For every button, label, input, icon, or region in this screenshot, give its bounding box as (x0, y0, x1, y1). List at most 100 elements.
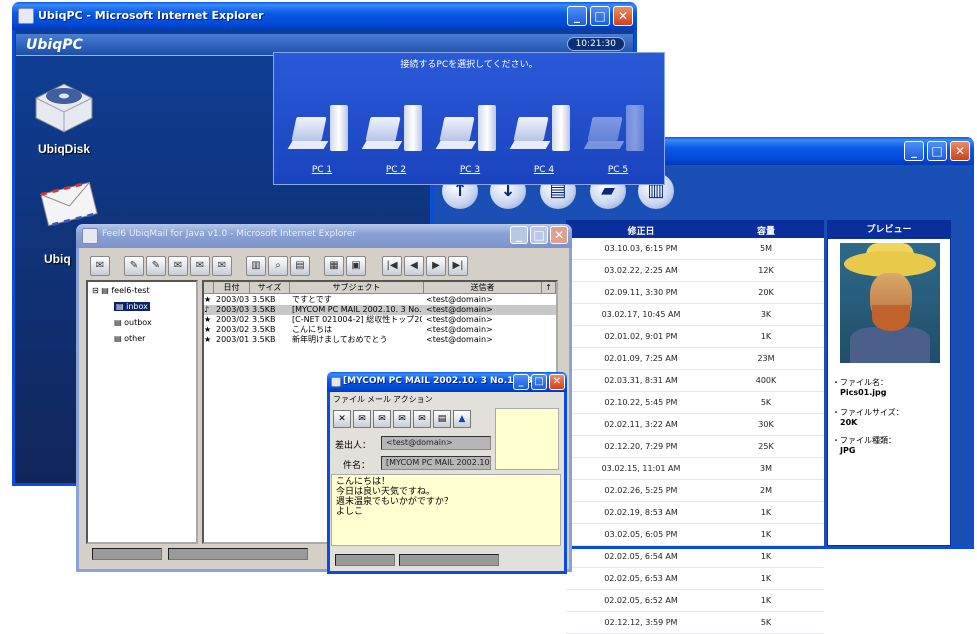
size-column-header[interactable]: 容量 (738, 224, 794, 237)
file-row[interactable]: 02.03.31, 8:31 AM 400K (566, 370, 824, 392)
up-icon[interactable]: ▲ (453, 410, 471, 428)
close-button[interactable]: ✕ (950, 141, 970, 161)
minimize-button[interactable]: _ (510, 226, 528, 244)
tree-item-inbox[interactable]: ▤ inbox (114, 302, 150, 311)
date-column-header[interactable]: 日付 (214, 282, 250, 294)
tree-root-label: feel6-test (111, 286, 150, 295)
ubiqdisk-label[interactable]: UbiqDisk (38, 142, 90, 156)
message-titlebar[interactable]: [MYCOM PC MAIL 2002.10. 3 No.1193] _ □ ✕ (327, 372, 567, 392)
pc-label[interactable]: PC 2 (364, 165, 428, 175)
reply-icon[interactable]: ✉ (353, 410, 371, 428)
ubiqmail-titlebar[interactable]: Feel6 UbiqMail for Java v1.0 - Microsoft… (76, 224, 572, 248)
search-icon[interactable]: ⌕ (268, 256, 288, 276)
message-row[interactable]: ★ 2003/03 3.5KB ですとです <test@domain> (204, 295, 556, 305)
reply-all-icon[interactable]: ✎ (146, 256, 166, 276)
minimize-button[interactable]: _ (567, 6, 587, 26)
scroll-up-icon[interactable]: ↑ (542, 282, 556, 294)
file-row[interactable]: 03.02.17, 10:45 AM 3K (566, 304, 824, 326)
receive-icon[interactable]: ✉ (212, 256, 232, 276)
ubiqpc-titlebar[interactable]: UbiqPC - Microsoft Internet Explorer _ □… (12, 2, 637, 30)
message-row[interactable]: ♪ 2003/03 3.5KB [MYCOM PC MAIL 2002.10. 3 N… (204, 305, 556, 315)
disk-drive-icon[interactable] (30, 74, 98, 136)
forward-icon[interactable]: ✉ (393, 410, 411, 428)
file-row[interactable]: 02.12.20, 7:29 PM 25K (566, 436, 824, 458)
file-row[interactable]: 02.09.11, 3:30 PM 20K (566, 282, 824, 304)
file-row[interactable]: 02.02.05, 6:52 AM 1K (566, 590, 824, 612)
file-row[interactable]: 02.01.02, 9:01 PM 1K (566, 326, 824, 348)
delete-icon[interactable]: ✕ (333, 410, 351, 428)
reply-all-icon[interactable]: ✉ (373, 410, 391, 428)
file-row[interactable]: 02.02.26, 5:25 PM 2M (566, 480, 824, 502)
pc-label[interactable]: PC 5 (586, 165, 650, 175)
minimize-button[interactable]: _ (513, 374, 529, 390)
maximize-button[interactable]: □ (530, 226, 548, 244)
file-row[interactable]: 03.02.05, 6:05 PM 1K (566, 524, 824, 546)
menu-file[interactable]: ファイル (333, 394, 365, 405)
print-icon[interactable]: ▤ (433, 410, 451, 428)
new-mail-icon[interactable]: ✉ (90, 256, 110, 276)
mark-column-header[interactable] (204, 282, 214, 294)
tree-root[interactable]: ⊟ ▤ feel6-test (92, 286, 150, 295)
modified-column-header[interactable]: 修正日 (566, 224, 716, 237)
pc-icon[interactable] (361, 105, 428, 167)
message-size: 3.5KB (252, 325, 276, 334)
menu-action[interactable]: アクション (393, 394, 433, 405)
file-row[interactable]: 02.01.09, 7:25 AM 23M (566, 348, 824, 370)
ubiqpc-logo: UbiqPC (26, 37, 83, 53)
file-size: 1K (760, 530, 772, 539)
size-column-header[interactable]: サイズ (250, 282, 290, 294)
file-date: 02.10.22, 5:45 PM (604, 398, 678, 407)
subject-column-header[interactable]: サブジェクト (290, 282, 424, 294)
file-row[interactable]: 02.02.05, 6:53 AM 1K (566, 568, 824, 590)
mail-envelope-icon[interactable] (38, 180, 100, 228)
file-row[interactable]: 02.02.05, 6:54 AM 1K (566, 546, 824, 568)
file-row[interactable]: 03.10.03, 6:15 PM 5M (566, 238, 824, 260)
send-icon[interactable]: ✉ (190, 256, 210, 276)
minimize-button[interactable]: _ (904, 141, 924, 161)
file-row[interactable]: 02.02.11, 3:22 AM 30K (566, 414, 824, 436)
message-row[interactable]: ★ 2003/01 3.5KB 新年明けましておめでとう <test@domain> (204, 335, 556, 345)
file-row[interactable]: 02.02.19, 8:53 AM 1K (566, 502, 824, 524)
maximize-button[interactable]: □ (531, 374, 547, 390)
first-page-icon[interactable]: |◀ (382, 256, 402, 276)
pc-label[interactable]: PC 3 (438, 165, 502, 175)
ubiq-mail-label[interactable]: Ubiq (44, 252, 71, 266)
delete-icon[interactable]: ▥ (246, 256, 266, 276)
message-subject: こんにちは (292, 325, 332, 334)
window-icon[interactable]: ▣ (346, 256, 366, 276)
print-icon[interactable]: ▦ (324, 256, 344, 276)
pc-icon[interactable] (509, 105, 576, 167)
forward-icon[interactable]: ✉ (168, 256, 188, 276)
message-body-text[interactable]: こんにちは！ 今日は良い天気ですね。 週末温泉でもいかがですか？ よしこ (331, 474, 561, 546)
send-icon[interactable]: ✉ (413, 410, 431, 428)
file-row[interactable]: 03.02.22, 2:25 AM 12K (566, 260, 824, 282)
ie-icon (18, 8, 34, 24)
close-button[interactable]: ✕ (613, 6, 633, 26)
file-row[interactable]: 03.02.15, 11:01 AM 3M (566, 458, 824, 480)
maximize-button[interactable]: □ (590, 6, 610, 26)
pc-label[interactable]: PC 4 (512, 165, 576, 175)
close-button[interactable]: ✕ (549, 374, 565, 390)
pc-label[interactable]: PC 1 (290, 165, 354, 175)
subject-field[interactable]: [MYCOM PC MAIL 2002.10. (381, 456, 491, 470)
tree-item-other[interactable]: ▤ other (114, 334, 145, 343)
message-row[interactable]: ★ 2003/02 3.5KB [C-NET 021004-2] 総収性トップ20 /… (204, 315, 556, 325)
message-row[interactable]: ★ 2003/02 3.5KB こんにちは <test@domain> (204, 325, 556, 335)
close-button[interactable]: ✕ (550, 226, 568, 244)
reply-icon[interactable]: ✎ (124, 256, 144, 276)
tree-item-outbox[interactable]: ▤ outbox (114, 318, 152, 327)
menu-mail[interactable]: メール (367, 394, 391, 405)
address-book-icon[interactable]: ▤ (290, 256, 310, 276)
next-page-icon[interactable]: ▶ (426, 256, 446, 276)
pc-icon[interactable] (435, 105, 502, 167)
from-field[interactable]: <test@domain> (381, 436, 491, 450)
file-row[interactable]: 02.12.12, 3:59 PM 5K (566, 612, 824, 634)
file-date: 02.02.05, 6:53 AM (604, 574, 678, 583)
sender-column-header[interactable]: 送信者 (424, 282, 542, 294)
last-page-icon[interactable]: ▶| (448, 256, 468, 276)
pc-icon[interactable] (287, 105, 354, 167)
prev-page-icon[interactable]: ◀ (404, 256, 424, 276)
maximize-button[interactable]: □ (927, 141, 947, 161)
file-row[interactable]: 02.10.22, 5:45 PM 5K (566, 392, 824, 414)
pc-icon[interactable] (583, 105, 650, 167)
